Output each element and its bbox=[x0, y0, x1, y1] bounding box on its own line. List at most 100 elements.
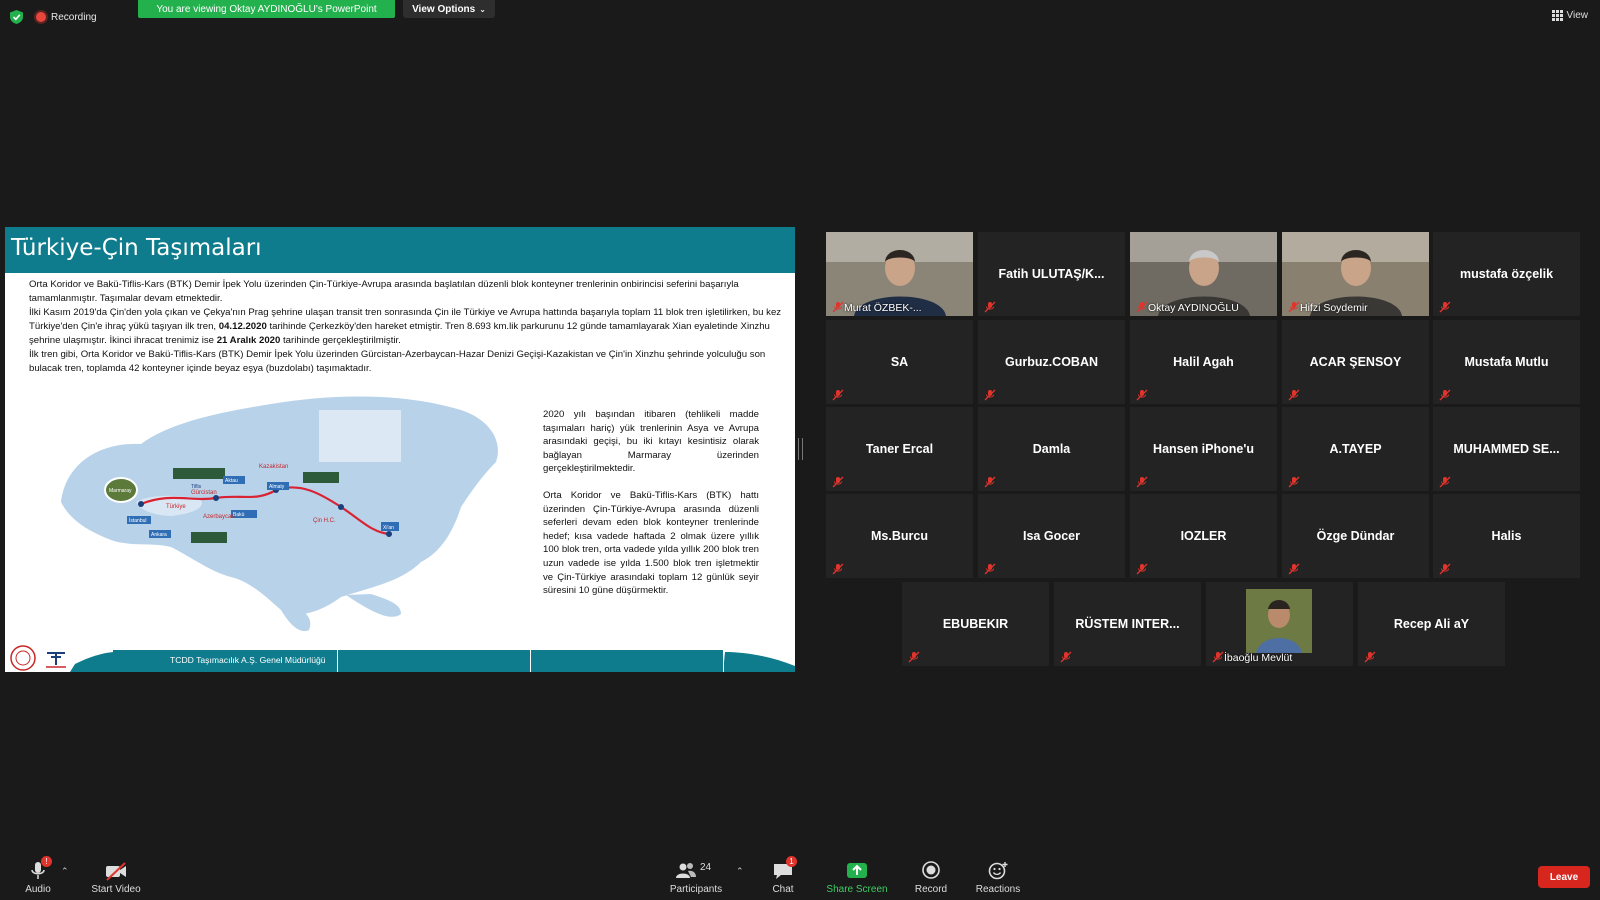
slide-paragraph-2: İlki Kasım 2019'da Çin'den yola çıkan ve… bbox=[29, 307, 782, 346]
leave-button[interactable]: Leave bbox=[1538, 866, 1590, 888]
footer-divider bbox=[530, 650, 531, 672]
map-label-baku: Bakü bbox=[233, 512, 245, 518]
participant-name: İbaoğlu Mevlüt bbox=[1224, 652, 1293, 664]
participant-tile[interactable]: mustafa özçelik bbox=[1433, 232, 1580, 316]
audio-button[interactable]: ! Audio bbox=[20, 852, 56, 900]
audio-options-caret-icon[interactable]: ⌃ bbox=[61, 866, 69, 877]
start-video-label: Start Video bbox=[91, 884, 141, 895]
participant-name: Hansen iPhone'u bbox=[1153, 442, 1254, 456]
muted-microphone-icon bbox=[1136, 562, 1148, 575]
participants-options-caret-icon[interactable]: ⌃ bbox=[736, 866, 744, 877]
participant-name: A.TAYEP bbox=[1329, 442, 1382, 456]
participant-tile[interactable]: Ms.Burcu bbox=[826, 494, 973, 578]
footer-divider bbox=[723, 650, 724, 672]
muted-microphone-icon bbox=[1136, 388, 1148, 401]
slide-title-bar: Türkiye-Çin Taşımaları bbox=[5, 227, 795, 273]
view-button[interactable]: View bbox=[1551, 10, 1589, 21]
muted-microphone-icon bbox=[1288, 475, 1300, 488]
participant-name: Ms.Burcu bbox=[871, 529, 928, 543]
participant-name: MUHAMMED SE... bbox=[1453, 442, 1560, 456]
meeting-toolbar: ! Audio ⌃ Start Video 24 Participants ⌃ … bbox=[0, 852, 1600, 900]
slide-right-paragraph-2: Orta Koridor ve Bakü-Tiflis-Kars (BTK) h… bbox=[543, 489, 759, 597]
participant-name: Isa Gocer bbox=[1023, 529, 1080, 543]
slide-paragraph-3: İlk tren gibi, Orta Koridor ve Bakü-Tifl… bbox=[29, 349, 766, 374]
grid-view-icon bbox=[1551, 10, 1563, 21]
panel-splitter-handle[interactable] bbox=[798, 438, 803, 460]
muted-microphone-icon bbox=[1136, 475, 1148, 488]
chat-button[interactable]: 1 Chat bbox=[768, 852, 798, 900]
view-options-label: View Options bbox=[412, 3, 476, 15]
participant-tile[interactable]: ACAR ŞENSOY bbox=[1282, 320, 1429, 404]
participant-tile[interactable]: SA bbox=[826, 320, 973, 404]
reactions-button[interactable]: Reactions bbox=[976, 852, 1020, 900]
participant-tile[interactable]: Özge Dündar bbox=[1282, 494, 1429, 578]
map-label-kazakistan: Kazakistan bbox=[259, 464, 288, 470]
participant-tile[interactable]: Fatih ULUTAŞ/K... bbox=[978, 232, 1125, 316]
muted-microphone-icon bbox=[1439, 300, 1451, 313]
participants-count: 24 bbox=[700, 862, 712, 873]
muted-microphone-icon bbox=[908, 650, 920, 663]
record-icon bbox=[919, 860, 943, 882]
slide-paragraph-1: Orta Koridor ve Bakü-Tiflis-Kars (BTK) D… bbox=[29, 279, 739, 304]
record-label: Record bbox=[914, 884, 948, 895]
participant-name: Özge Dündar bbox=[1316, 529, 1395, 543]
muted-microphone-icon bbox=[1060, 650, 1072, 663]
footer-org-label: TCDD Taşımacılık A.Ş. Genel Müdürlüğü bbox=[170, 655, 326, 665]
muted-microphone-icon bbox=[984, 562, 996, 575]
map-label-tiflis: Tiflis bbox=[191, 484, 202, 490]
participant-name: Murat ÖZBEK-... bbox=[844, 302, 922, 314]
participant-tile[interactable]: Murat ÖZBEK-... bbox=[826, 232, 973, 316]
participant-tile[interactable]: Damla bbox=[978, 407, 1125, 491]
participant-tile[interactable]: MUHAMMED SE... bbox=[1433, 407, 1580, 491]
muted-microphone-icon bbox=[1136, 300, 1148, 313]
muted-microphone-icon bbox=[1212, 650, 1224, 663]
participant-tile[interactable]: Hifzi Soydemir bbox=[1282, 232, 1429, 316]
view-options-button[interactable]: View Options ⌄ bbox=[403, 0, 495, 18]
participant-tile[interactable]: Oktay AYDINOĞLU bbox=[1130, 232, 1277, 316]
participant-tile[interactable]: İbaoğlu Mevlüt bbox=[1206, 582, 1353, 666]
participant-tile[interactable]: Isa Gocer bbox=[978, 494, 1125, 578]
participant-tile[interactable]: Gurbuz.COBAN bbox=[978, 320, 1125, 404]
participant-name: SA bbox=[890, 355, 909, 369]
participant-name: Gurbuz.COBAN bbox=[1004, 355, 1099, 369]
chat-icon: 1 bbox=[771, 856, 797, 882]
participant-tile[interactable]: EBUBEKIR bbox=[902, 582, 1049, 666]
muted-microphone-icon bbox=[1288, 300, 1300, 313]
participant-tile[interactable]: Halil Agah bbox=[1130, 320, 1277, 404]
shield-check-icon[interactable] bbox=[10, 10, 23, 24]
record-dot-icon bbox=[36, 12, 46, 22]
share-screen-button[interactable]: Share Screen bbox=[826, 852, 888, 900]
participant-name: ACAR ŞENSOY bbox=[1309, 355, 1402, 369]
map-label-istanbul: İstanbul bbox=[129, 517, 147, 524]
participant-name: Halis bbox=[1491, 529, 1522, 543]
participant-name: Hifzi Soydemir bbox=[1300, 302, 1368, 314]
participant-tile[interactable]: A.TAYEP bbox=[1282, 407, 1429, 491]
participant-tile[interactable]: Halis bbox=[1433, 494, 1580, 578]
reactions-icon bbox=[986, 860, 1010, 882]
view-label: View bbox=[1566, 10, 1589, 21]
participants-button[interactable]: 24 Participants bbox=[668, 852, 724, 900]
slide-footer: TCDD Taşımacılık A.Ş. Genel Müdürlüğü bbox=[5, 642, 795, 672]
participant-tile[interactable]: Mustafa Mutlu bbox=[1433, 320, 1580, 404]
participant-tile[interactable]: RÜSTEM INTER... bbox=[1054, 582, 1201, 666]
share-screen-icon bbox=[845, 860, 869, 882]
participant-name: RÜSTEM INTER... bbox=[1075, 617, 1180, 631]
meeting-top-bar: Recording You are viewing Oktay AYDINOĞL… bbox=[0, 0, 1600, 34]
record-button[interactable]: Record bbox=[914, 852, 948, 900]
viewing-banner: You are viewing Oktay AYDINOĞLU's PowerP… bbox=[138, 0, 395, 18]
chat-unread-badge: 1 bbox=[786, 856, 797, 867]
participant-tile[interactable]: Hansen iPhone'u bbox=[1130, 407, 1277, 491]
recording-indicator[interactable]: Recording bbox=[36, 9, 97, 25]
participant-tile[interactable]: Recep Ali aY bbox=[1358, 582, 1505, 666]
map-label-china: Çin H.C. bbox=[313, 518, 336, 524]
participant-tile[interactable]: Taner Ercal bbox=[826, 407, 973, 491]
map-label-gurcistan: Gürcistan bbox=[191, 490, 217, 496]
participant-tile[interactable]: IOZLER bbox=[1130, 494, 1277, 578]
map-label-turkiye: Türkiye bbox=[166, 504, 186, 510]
republic-emblem-logo bbox=[10, 645, 36, 671]
participant-name: Halil Agah bbox=[1173, 355, 1234, 369]
start-video-button[interactable]: Start Video bbox=[88, 852, 144, 900]
map-label-ankara: Ankara bbox=[151, 532, 167, 538]
muted-microphone-icon bbox=[1439, 475, 1451, 488]
microphone-icon: ! bbox=[26, 856, 52, 882]
